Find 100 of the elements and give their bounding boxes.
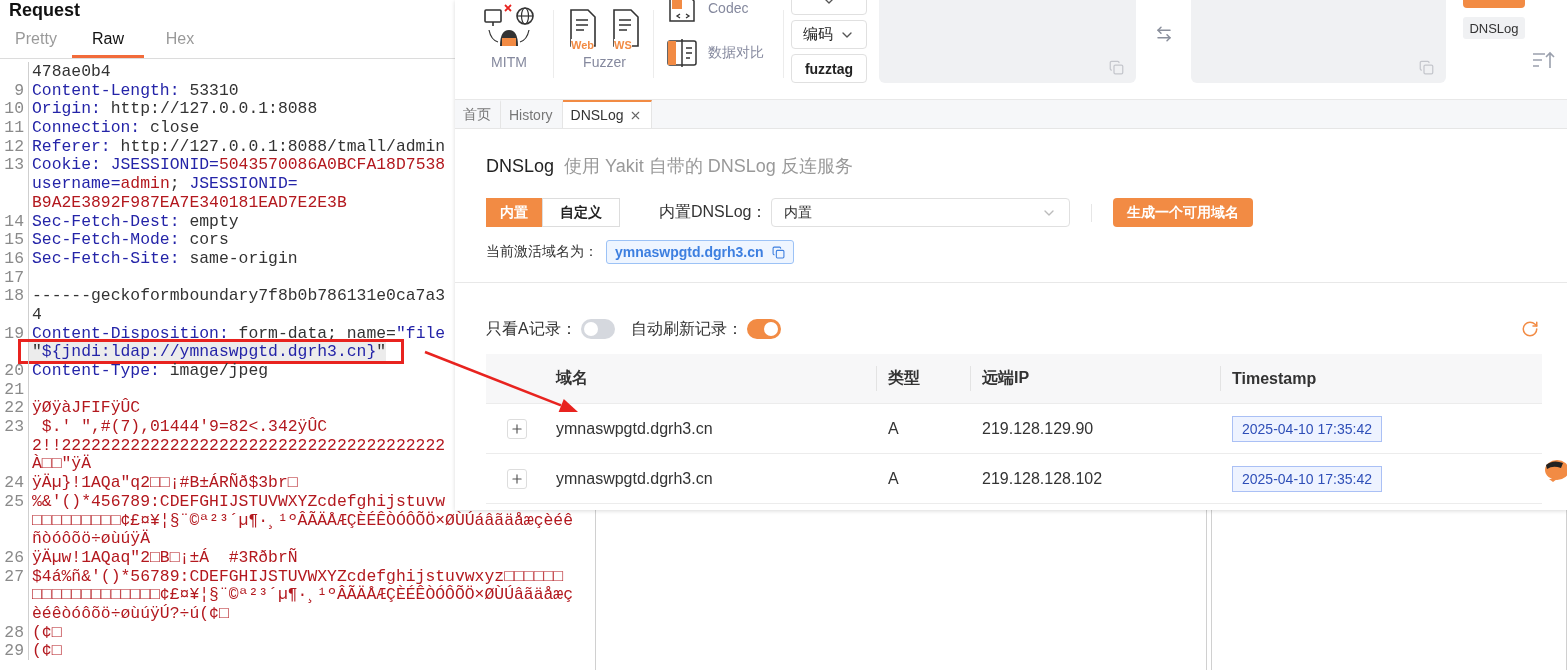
code-line: (¢□	[31, 641, 62, 660]
page-subtitle: 使用 Yakit 自带的 DNSLog 反连服务	[564, 155, 853, 178]
icon-caption: WS	[614, 39, 632, 51]
toggle-switch[interactable]	[746, 319, 781, 339]
line-number: 17	[4, 267, 24, 287]
column-header: Timestamp	[1232, 369, 1317, 388]
code-line: □□□□□□□□□¢£¤¥¦§¨©ª²³´µ¶·¸¹ºÂÃÄÅÆÇÈÉÊÒÓÔÕÖ×ØÙÚáâãäåæçèéê	[31, 510, 573, 530]
code-line: Sec-Fetch-Mode: cors	[31, 230, 229, 249]
page-title: DNSLog	[486, 156, 555, 177]
sort-icon[interactable]	[1532, 50, 1556, 70]
panel-title: Request	[8, 0, 80, 22]
line-number: 13	[4, 155, 24, 175]
code-line: □□□□□□□□□□□□□¢£¤¥¦§¨©ª²³´µ¶·¸¹ºÂÃÄÅÆÇÈÉÊÒÓÔÕÖ×ØÙÚâãäåæç	[31, 585, 573, 604]
timestamp-tag: 2025-04-10 17:35:42	[1232, 415, 1382, 442]
select-field[interactable]: 内置	[771, 198, 1071, 227]
code-line: username=admin; JSESSIONID=	[31, 174, 298, 193]
line-number: 22	[4, 398, 24, 418]
code-line: (¢□	[31, 622, 62, 642]
line-number: 19	[4, 323, 24, 343]
expand-button[interactable]	[507, 468, 527, 489]
code-line: 4	[31, 304, 42, 324]
plus-icon	[510, 421, 524, 436]
code-line: Referer: http://127.0.0.1:8088/tmall/admin	[31, 136, 446, 156]
toggle-switch[interactable]	[580, 319, 615, 339]
line-number: 16	[4, 248, 24, 268]
code-line: 478ae0b4	[31, 62, 111, 81]
code-line: %&'()*456789:CDEFGHIJSTUVWXYZcdefghijstuvw	[31, 491, 446, 511]
code-line: Connection: close	[31, 118, 200, 137]
page-tab[interactable]: 首页	[455, 100, 501, 128]
table-cell: ymnaswpgtd.dgrh3.cn	[556, 469, 713, 488]
code-line: Sec-Fetch-Site: same-origin	[31, 248, 298, 268]
field-label: 自动刷新记录：	[630, 318, 743, 339]
hacker-network-icon[interactable]	[483, 2, 535, 48]
document-icon[interactable]	[568, 8, 598, 48]
copy-icon[interactable]	[771, 245, 785, 259]
line-number: 29	[4, 641, 24, 660]
copy-icon[interactable]	[1419, 60, 1434, 75]
code-line: ÿØÿàJFIFÿÛC	[31, 398, 141, 418]
line-number: 24	[4, 473, 24, 492]
code-line: ñòóôõö÷øùúÿÄ	[31, 529, 151, 548]
copy-icon[interactable]	[1109, 60, 1124, 75]
domain-tag[interactable]: ymnaswpgtd.dgrh3.cn	[606, 240, 794, 264]
table-cell: A	[888, 469, 899, 488]
timestamp-tag: 2025-04-10 17:35:42	[1232, 465, 1382, 492]
tool-label[interactable]: Codec	[708, 0, 749, 16]
table-cell: 219.128.128.102	[982, 469, 1103, 488]
line-number: 18	[4, 286, 24, 305]
line-number: 9	[14, 80, 24, 100]
line-number: 15	[4, 230, 24, 249]
refresh-icon[interactable]	[1521, 320, 1539, 338]
code-line: Origin: http://127.0.0.1:8088	[31, 99, 318, 119]
view-tab[interactable]: Hex	[144, 22, 216, 58]
line-number: 10	[4, 99, 24, 119]
line-number: 12	[4, 136, 24, 156]
tag-button[interactable]: fuzztag	[791, 54, 867, 83]
document-icon[interactable]	[611, 8, 641, 48]
code-line: $4á%ñ&'()*56789:CDEFGHIJSTUVWXYZcdefghijstuvwxyz□□□□□□	[31, 566, 564, 586]
field-label: 内置DNSLog：	[659, 202, 768, 222]
code-line: 2!!222222222222222222222222222222222222222	[31, 435, 446, 455]
code-line: $.' ",#(7),01444'9=82<.342ÿÛC	[40, 417, 328, 436]
code-line: ------geckoformboundary7f8b0b786131e0ca7a3	[31, 286, 446, 305]
line-number: 25	[4, 491, 24, 511]
tool-label[interactable]: 数据对比	[708, 43, 764, 62]
compare-icon[interactable]	[666, 37, 698, 68]
page-tab[interactable]: History	[501, 100, 563, 128]
mode-option[interactable]: 内置	[486, 198, 542, 227]
line-number: 26	[4, 547, 24, 567]
table-cell: A	[888, 419, 899, 438]
code-line: Content-Length: 53310	[31, 80, 239, 100]
generate-button[interactable]: 生成一个可用域名	[1113, 198, 1254, 227]
tool-label: Fuzzer	[583, 53, 626, 71]
column-header: 域名	[556, 368, 588, 388]
line-number: 20	[4, 361, 24, 380]
field-label: 当前激活域名为：	[486, 243, 598, 261]
code-line: À□□"ÿÄ	[31, 454, 92, 474]
field-label: 只看A记录：	[486, 318, 577, 339]
code-line: èéêòóôõö÷øùúÿÚ?÷ú(¢□	[31, 603, 229, 623]
code-line: ÿÄµw!1AQaq"2□B□¡±Á #3RðbrÑ	[31, 547, 298, 567]
code-line: Sec-Fetch-Dest: empty	[31, 211, 239, 231]
view-tab[interactable]: Raw	[72, 22, 144, 58]
line-number: 21	[4, 379, 24, 399]
table-cell: ymnaswpgtd.dgrh3.cn	[556, 419, 713, 438]
code-line: Content-Type: image/jpeg	[31, 361, 269, 380]
code-file-icon[interactable]	[666, 0, 698, 23]
view-tab[interactable]: Pretty	[0, 22, 72, 58]
page-tab[interactable]: DNSLog	[562, 100, 653, 128]
line-number: 11	[4, 118, 24, 137]
code-line: ÿÄµ}!1AQa"q2□□¡#B±ÁRÑð$3br□	[31, 473, 298, 492]
line-number: 14	[4, 211, 24, 231]
column-header: 类型	[888, 368, 920, 388]
code-line: B9A2E3892F987EA7E340181EAD7E2E3B	[31, 192, 347, 212]
plus-icon	[510, 471, 524, 486]
toolbar-button[interactable]: DNSLog	[1463, 17, 1525, 39]
code-line: Cookie: JSESSIONID=5043570086A0BCFA18D7538	[31, 155, 446, 175]
code-line: Content-Disposition: form-data; name="file	[31, 323, 446, 343]
mode-option[interactable]: 自定义	[542, 198, 620, 227]
expand-button[interactable]	[507, 418, 527, 439]
line-number: 27	[4, 566, 24, 586]
swap-icon[interactable]	[1154, 25, 1173, 43]
dropdown-button[interactable]: 编码	[791, 20, 867, 49]
